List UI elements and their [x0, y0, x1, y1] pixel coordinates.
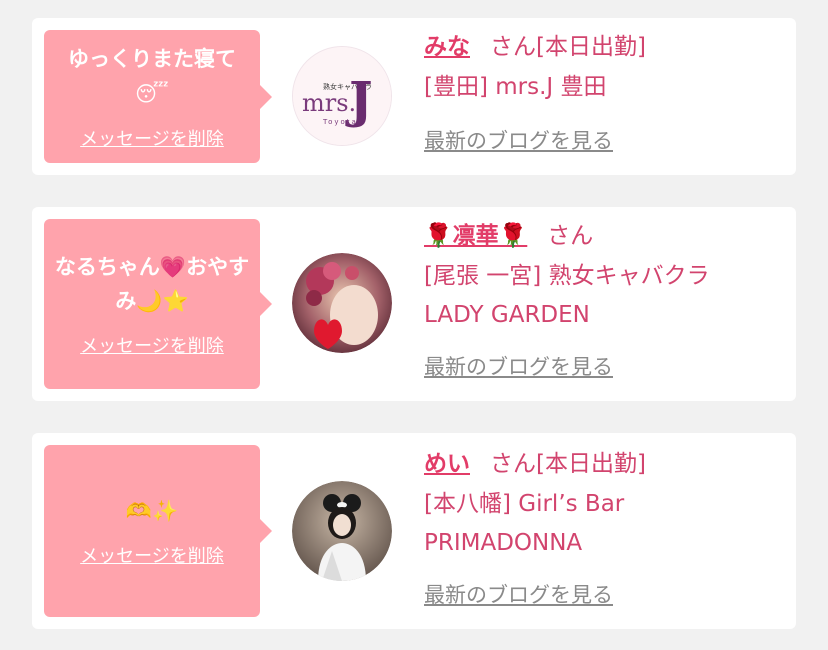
avatar[interactable] [292, 253, 392, 353]
delete-message-link[interactable]: メッセージを削除 [80, 542, 224, 568]
avatar[interactable]: 熟女キャバクラ mrs. J Toyota [292, 46, 392, 146]
name-line: 🌹凛華🌹 さん [424, 219, 784, 253]
name-line: めい さん[本日出勤] [424, 447, 784, 481]
latest-blog-link[interactable]: 最新のブログを見る [424, 351, 613, 381]
shop-name: [本八幡] Girl’s Bar PRIMADONNA [424, 491, 625, 556]
name-suffix: さん[本日出勤] [490, 34, 646, 60]
avatar[interactable] [292, 481, 392, 581]
girl-name-link[interactable]: 🌹凛華🌹 [424, 223, 527, 249]
girl-name-link[interactable]: みな [424, 34, 470, 60]
svg-text:Toyota: Toyota [322, 118, 358, 126]
message-bubble: ゆっくりまた寝て 😴 メッセージを削除 [44, 30, 272, 163]
sleeping-face-icon: 😴 [135, 82, 169, 106]
message-text: 🫶✨ [125, 499, 179, 523]
girl-photo [292, 481, 392, 581]
girl-photo [292, 253, 392, 353]
girl-name-link[interactable]: めい [424, 451, 470, 477]
message-bubble: 🫶✨ メッセージを削除 [44, 445, 272, 617]
name-suffix: さん[本日出勤] [490, 451, 646, 477]
mrs-j-logo: 熟女キャバクラ mrs. J Toyota [293, 47, 391, 145]
latest-blog-link[interactable]: 最新のブログを見る [424, 579, 613, 609]
name-line: みな さん[本日出勤] [424, 30, 784, 64]
delete-message-link[interactable]: メッセージを削除 [80, 125, 224, 151]
girl-info: みな さん[本日出勤] [豊田] mrs.J 豊田 最新のブログを見る [424, 30, 784, 155]
message-bubble: なるちゃん💗おやすみ🌙⭐ メッセージを削除 [44, 219, 272, 389]
shop-name: [豊田] mrs.J 豊田 [424, 74, 607, 100]
message-card: 🫶✨ メッセージを削除 めい さん[本日出勤] [本八幡] Girl’s Bar… [32, 433, 796, 629]
message-text: なるちゃん💗おやすみ🌙⭐ [54, 255, 250, 313]
name-suffix: さん [547, 223, 594, 249]
message-text: ゆっくりまた寝て 😴 [68, 42, 236, 111]
girl-message-list: ゆっくりまた寝て 😴 メッセージを削除 熟女キャバクラ mrs. J Toyot… [0, 0, 828, 650]
message-card: ゆっくりまた寝て 😴 メッセージを削除 熟女キャバクラ mrs. J Toyot… [32, 18, 796, 175]
delete-message-link[interactable]: メッセージを削除 [80, 332, 224, 358]
girl-info: めい さん[本日出勤] [本八幡] Girl’s Bar PRIMADONNA 最… [424, 447, 784, 609]
latest-blog-link[interactable]: 最新のブログを見る [424, 125, 613, 155]
message-card: なるちゃん💗おやすみ🌙⭐ メッセージを削除 🌹凛華🌹 さん [尾張 一宮] 熟女… [32, 207, 796, 401]
girl-info: 🌹凛華🌹 さん [尾張 一宮] 熟女キャバクラ LADY GARDEN 最新のブロ… [424, 219, 784, 381]
shop-name: [尾張 一宮] 熟女キャバクラ LADY GARDEN [424, 263, 710, 328]
